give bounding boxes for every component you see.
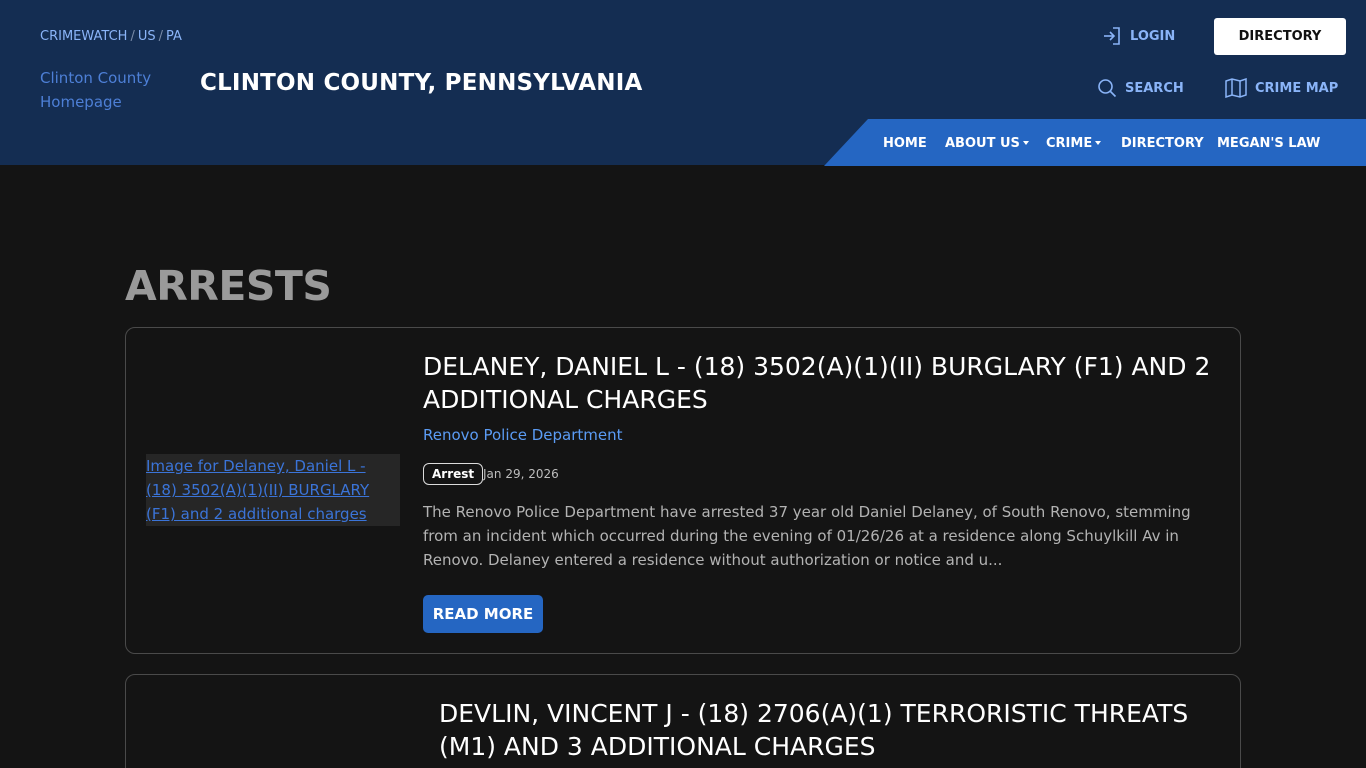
- nav-about-us-label: ABOUT US: [945, 136, 1020, 151]
- county-logo-link[interactable]: Clinton County Homepage: [40, 66, 180, 114]
- nav-home[interactable]: HOME: [883, 136, 927, 151]
- breadcrumb-separator: /: [158, 29, 163, 44]
- site-title: CLINTON COUNTY, PENNSYLVANIA: [200, 70, 643, 96]
- search-icon: [1097, 78, 1117, 98]
- nav-megans-law[interactable]: MEGAN'S LAW: [1217, 136, 1320, 151]
- nav-crime-label: CRIME: [1046, 136, 1093, 151]
- login-link[interactable]: LOGIN: [1102, 26, 1175, 46]
- chevron-down-icon: [1022, 140, 1029, 145]
- arrest-badge: Arrest: [423, 463, 484, 485]
- arrest-card: Image for Delaney, Daniel L - (18) 3502(…: [125, 327, 1241, 654]
- breadcrumb-us[interactable]: US: [138, 29, 156, 44]
- read-more-button[interactable]: READ MORE: [423, 595, 543, 633]
- site-header: CRIMEWATCH / US / PA Clinton County Homepage…: [0, 0, 1366, 166]
- search-link[interactable]: SEARCH: [1097, 78, 1184, 98]
- agency-link[interactable]: Renovo Police Department: [423, 426, 623, 444]
- chevron-down-icon: [1095, 140, 1102, 145]
- breadcrumb-crimewatch[interactable]: CRIMEWATCH: [40, 29, 127, 44]
- arrest-excerpt: The Renovo Police Department have arrest…: [423, 503, 1191, 569]
- arrest-date: Jan 29, 2026: [483, 467, 559, 481]
- map-icon: [1225, 78, 1247, 98]
- nav-crime[interactable]: CRIME: [1046, 136, 1102, 151]
- main-nav: HOME ABOUT US CRIME DIRECTORY MEGAN'S LA…: [824, 119, 1366, 166]
- crime-map-label: CRIME MAP: [1255, 80, 1339, 96]
- arrest-title-link[interactable]: DEVLIN, VINCENT J - (18) 2706(A)(1) TERR…: [439, 697, 1229, 763]
- breadcrumb-separator: /: [130, 29, 135, 44]
- page-title: ARRESTS: [125, 262, 332, 310]
- arrest-title-link[interactable]: DELANEY, DANIEL L - (18) 3502(A)(1)(II) …: [423, 350, 1223, 416]
- nav-about-us[interactable]: ABOUT US: [945, 136, 1029, 151]
- nav-directory[interactable]: DIRECTORY: [1121, 136, 1204, 151]
- crime-map-link[interactable]: CRIME MAP: [1225, 78, 1338, 98]
- directory-button[interactable]: DIRECTORY: [1214, 18, 1346, 55]
- arrest-image-link[interactable]: Image for Delaney, Daniel L - (18) 3502(…: [146, 454, 400, 526]
- login-label: LOGIN: [1130, 28, 1176, 44]
- breadcrumb: CRIMEWATCH / US / PA: [40, 29, 182, 44]
- breadcrumb-pa[interactable]: PA: [166, 29, 182, 44]
- arrest-card: DEVLIN, VINCENT J - (18) 2706(A)(1) TERR…: [125, 674, 1241, 768]
- login-arrow-icon: [1102, 26, 1122, 46]
- search-label: SEARCH: [1125, 80, 1184, 96]
